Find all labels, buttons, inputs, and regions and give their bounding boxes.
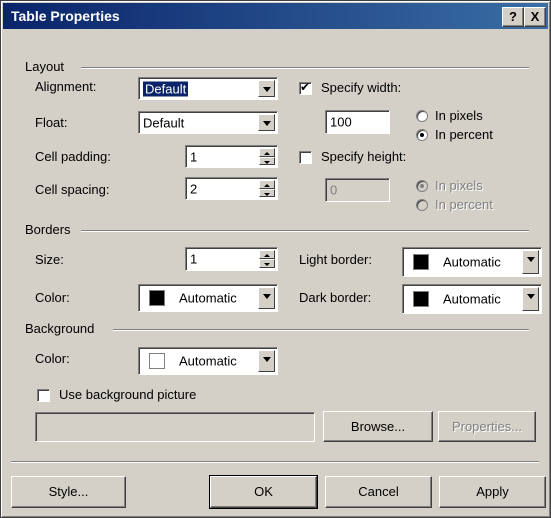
- ok-label: OK: [254, 484, 273, 499]
- background-group-label: Background: [25, 321, 95, 336]
- table-properties-dialog: Table Properties ? X Layout Alignment: D…: [0, 0, 551, 518]
- background-color-dropdown-icon[interactable]: [258, 350, 275, 372]
- apply-button[interactable]: Apply: [439, 476, 546, 508]
- alignment-label: Alignment:: [35, 79, 97, 94]
- cell-spacing-spin-icon[interactable]: [259, 180, 275, 197]
- specify-width-checkbox[interactable]: [299, 80, 312, 95]
- specify-height-label: Specify height:: [321, 149, 407, 164]
- border-color-dropdown-icon[interactable]: [258, 287, 275, 309]
- specify-width-label: Specify width:: [321, 80, 402, 95]
- cancel-button[interactable]: Cancel: [325, 476, 432, 508]
- dark-border-swatch: [413, 291, 429, 307]
- browse-label: Browse...: [350, 419, 406, 434]
- height-in-percent-label: In percent: [435, 197, 493, 212]
- background-color-swatch: [149, 353, 165, 369]
- light-border-swatch: [413, 254, 429, 270]
- border-color-swatch: [149, 290, 165, 306]
- light-border-value: Automatic: [443, 254, 501, 270]
- float-label: Float:: [35, 115, 68, 130]
- background-color-picker[interactable]: Automatic: [138, 347, 278, 375]
- border-color-picker[interactable]: Automatic: [138, 284, 278, 312]
- picture-properties-button[interactable]: Properties...: [438, 411, 536, 442]
- height-in-pixels-radio[interactable]: [416, 180, 428, 192]
- ok-button[interactable]: OK: [209, 475, 318, 509]
- cell-padding-label: Cell padding:: [35, 149, 111, 164]
- title-bar: Table Properties ? X: [3, 3, 548, 29]
- layout-group-label: Layout: [25, 59, 65, 74]
- width-in-percent-label: In percent: [435, 127, 493, 142]
- use-background-picture-checkbox[interactable]: [37, 389, 50, 402]
- background-group-line: [113, 329, 529, 331]
- width-value: 100: [330, 114, 352, 130]
- background-color-value: Automatic: [179, 353, 237, 369]
- height-value: 0: [330, 182, 338, 198]
- background-picture-path[interactable]: [35, 412, 315, 442]
- alignment-value: Default: [143, 81, 189, 96]
- dark-border-label: Dark border:: [299, 290, 372, 305]
- border-size-spinner[interactable]: 1: [185, 247, 278, 271]
- browse-button[interactable]: Browse...: [323, 411, 433, 442]
- cell-spacing-label: Cell spacing:: [35, 182, 110, 197]
- width-input[interactable]: 100: [325, 110, 390, 134]
- light-border-label: Light border:: [299, 252, 372, 267]
- width-in-percent-radio[interactable]: [416, 129, 428, 141]
- cell-spacing-spinner[interactable]: 2: [185, 177, 278, 200]
- float-value: Default: [143, 115, 185, 130]
- alignment-dropdown-icon[interactable]: [258, 80, 275, 97]
- background-color-label: Color:: [35, 351, 70, 366]
- borders-group-label: Borders: [25, 222, 71, 237]
- cell-padding-value: 1: [190, 149, 198, 164]
- dark-border-dropdown-icon[interactable]: [522, 287, 539, 311]
- height-in-pixels-label: In pixels: [435, 178, 483, 193]
- layout-group-line: [81, 67, 529, 69]
- border-size-label: Size:: [35, 252, 64, 267]
- border-size-spin-icon[interactable]: [259, 250, 275, 268]
- cell-padding-spinner[interactable]: 1: [185, 145, 278, 168]
- close-button[interactable]: X: [524, 7, 546, 27]
- dark-border-picker[interactable]: Automatic: [402, 284, 542, 314]
- border-color-value: Automatic: [179, 290, 237, 306]
- width-in-pixels-label: In pixels: [435, 108, 483, 123]
- apply-label: Apply: [476, 484, 509, 499]
- specify-height-checkbox[interactable]: [299, 151, 312, 164]
- light-border-dropdown-icon[interactable]: [522, 250, 539, 274]
- light-border-picker[interactable]: Automatic: [402, 247, 542, 277]
- cancel-label: Cancel: [358, 484, 399, 499]
- border-color-label: Color:: [35, 290, 70, 305]
- help-button[interactable]: ?: [502, 7, 524, 27]
- style-button[interactable]: Style...: [11, 476, 126, 508]
- height-in-percent-radio[interactable]: [416, 199, 428, 211]
- cell-padding-spin-icon[interactable]: [259, 148, 275, 165]
- height-input[interactable]: 0: [325, 178, 390, 202]
- width-in-pixels-radio[interactable]: [416, 110, 428, 122]
- cell-spacing-value: 2: [190, 181, 198, 196]
- dark-border-value: Automatic: [443, 291, 501, 307]
- float-select[interactable]: Default: [138, 111, 278, 134]
- border-size-value: 1: [190, 251, 198, 267]
- bottom-separator: [11, 461, 539, 463]
- window-title: Table Properties: [11, 8, 120, 24]
- float-dropdown-icon[interactable]: [258, 114, 275, 131]
- style-label: Style...: [48, 484, 89, 499]
- alignment-select[interactable]: Default: [138, 77, 278, 100]
- picture-properties-label: Properties...: [451, 419, 523, 434]
- borders-group-line: [81, 230, 529, 232]
- use-background-picture-label: Use background picture: [59, 387, 197, 402]
